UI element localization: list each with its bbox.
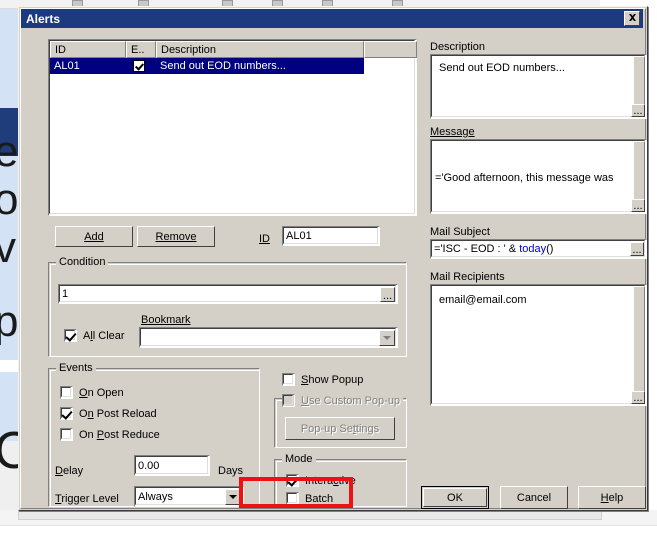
show-popup-checkbox-box[interactable] bbox=[282, 373, 295, 386]
mode-interactive-checkbox[interactable]: Interactive bbox=[286, 474, 356, 487]
cancel-button[interactable]: Cancel bbox=[500, 486, 568, 509]
mode-interactive-checkbox-box[interactable] bbox=[286, 474, 299, 487]
table-row[interactable]: AL01 Send out EOD numbers... bbox=[50, 58, 364, 74]
cell-description: Send out EOD numbers... bbox=[160, 60, 286, 72]
event-on-post-reload-checkbox-box[interactable] bbox=[60, 407, 73, 420]
all-clear-checkbox[interactable]: All Clear bbox=[64, 329, 125, 342]
mode-group-title: Mode bbox=[282, 453, 316, 465]
use-custom-popup-checkbox-box[interactable] bbox=[282, 394, 295, 407]
column-header-enabled[interactable]: E.. bbox=[126, 41, 156, 58]
description-ellipsis-button[interactable]: ... bbox=[631, 104, 645, 117]
backdrop-text-3: v bbox=[0, 223, 16, 272]
cancel-button-label: Cancel bbox=[516, 491, 552, 504]
event-on-open-checkbox-box[interactable] bbox=[60, 386, 73, 399]
backdrop-sheet-divider bbox=[0, 360, 20, 372]
condition-group-title: Condition bbox=[56, 256, 109, 268]
delay-label: Delay bbox=[55, 465, 84, 477]
use-custom-popup-checkbox[interactable]: Use Custom Pop-up bbox=[282, 394, 404, 407]
backdrop-statusbar bbox=[0, 525, 657, 542]
close-icon[interactable] bbox=[624, 11, 640, 26]
events-group-title: Events bbox=[56, 362, 96, 374]
delay-value: 0.00 bbox=[138, 459, 160, 472]
remove-button-label: Remove bbox=[155, 230, 197, 243]
alerts-listview[interactable]: ID E.. Description AL01 Send out EOD num… bbox=[48, 39, 417, 216]
event-on-post-reduce-checkbox[interactable]: On Post Reduce bbox=[60, 428, 160, 441]
column-header-spare[interactable] bbox=[364, 41, 417, 58]
cell-enabled[interactable] bbox=[126, 60, 156, 72]
description-textarea[interactable]: Send out EOD numbers... ... bbox=[430, 54, 647, 119]
use-custom-popup-label: Use Custom Pop-up bbox=[301, 394, 401, 407]
mode-batch-checkbox-box[interactable] bbox=[286, 492, 299, 505]
add-button[interactable]: Add bbox=[55, 226, 133, 247]
bookmark-dropdown-arrow-icon[interactable] bbox=[379, 330, 395, 346]
event-on-open-checkbox[interactable]: On Open bbox=[60, 386, 124, 399]
message-label: Message bbox=[430, 126, 475, 138]
description-label: Description bbox=[430, 41, 486, 53]
show-popup-label: Show Popup bbox=[301, 373, 364, 386]
listview-header: ID E.. Description bbox=[50, 41, 417, 58]
event-on-post-reduce-checkbox-box[interactable] bbox=[60, 428, 73, 441]
mail-recipients-scrollbar[interactable] bbox=[633, 286, 645, 404]
event-on-post-reload-label: On Post Reload bbox=[79, 407, 157, 420]
message-text: ='Good afternoon, this message was '. To… bbox=[435, 143, 618, 214]
backdrop-text-1: e bbox=[0, 127, 19, 176]
mail-recipients-ellipsis-button[interactable]: ... bbox=[631, 391, 645, 404]
condition-expression-value: 1 bbox=[62, 288, 69, 300]
column-header-description[interactable]: Description bbox=[156, 41, 364, 58]
backdrop-text-4: p bbox=[0, 297, 19, 346]
event-on-post-reload-checkbox[interactable]: On Post Reload bbox=[60, 407, 157, 420]
mail-recipients-label: Mail Recipients bbox=[430, 271, 505, 283]
mode-batch-label: Batch bbox=[305, 492, 334, 505]
ok-button[interactable]: OK bbox=[421, 486, 489, 509]
all-clear-checkbox-box[interactable] bbox=[64, 329, 77, 342]
id-field-label: ID bbox=[259, 233, 270, 245]
message-line-1: ='Good afternoon, this message was bbox=[435, 172, 614, 184]
popup-settings-button[interactable]: Pop-up Settings bbox=[285, 417, 395, 440]
id-input[interactable]: AL01 bbox=[282, 226, 380, 246]
mode-interactive-label: Interactive bbox=[305, 474, 356, 487]
id-input-value: AL01 bbox=[286, 230, 312, 242]
mail-subject-input[interactable]: ='ISC - EOD : ' & today() ... bbox=[430, 239, 647, 259]
condition-expression-ellipsis-button[interactable]: ... bbox=[380, 287, 395, 302]
condition-expression-input[interactable]: 1 ... bbox=[58, 284, 398, 304]
message-ellipsis-button[interactable]: ... bbox=[631, 199, 645, 212]
add-button-label: Add bbox=[84, 230, 104, 243]
mail-recipients-text: email@email.com bbox=[439, 294, 527, 306]
message-line-2: '. Total revenue for today is: ' & bbox=[435, 213, 618, 214]
enabled-checkbox-icon[interactable] bbox=[133, 60, 145, 72]
event-on-open-label: On Open bbox=[79, 386, 124, 399]
mail-subject-value: ='ISC - EOD : ' & today() bbox=[434, 243, 554, 255]
remove-button[interactable]: Remove bbox=[137, 226, 215, 247]
mail-subject-label: Mail Subject bbox=[430, 226, 490, 238]
alerts-dialog: Alerts ID E.. Description AL01 Send out … bbox=[18, 6, 648, 511]
bookmark-combobox[interactable] bbox=[139, 327, 398, 348]
event-on-post-reduce-label: On Post Reduce bbox=[79, 428, 160, 441]
bookmark-label: Bookmark bbox=[141, 314, 191, 326]
message-textarea[interactable]: ='Good afternoon, this message was '. To… bbox=[430, 139, 647, 214]
mail-subject-ellipsis-button[interactable]: ... bbox=[630, 242, 644, 256]
trigger-level-dropdown-arrow-icon[interactable] bbox=[225, 489, 241, 505]
column-header-id[interactable]: ID bbox=[50, 41, 126, 58]
days-label: Days bbox=[218, 465, 244, 477]
trigger-level-combobox[interactable]: Always bbox=[134, 486, 244, 507]
all-clear-label: All Clear bbox=[83, 329, 125, 342]
trigger-level-label: Trigger Level bbox=[55, 493, 119, 505]
mail-recipients-textarea[interactable]: email@email.com ... bbox=[430, 284, 647, 406]
dialog-title: Alerts bbox=[26, 11, 61, 26]
trigger-level-value: Always bbox=[138, 490, 173, 503]
close-glyph bbox=[628, 14, 636, 21]
delay-input[interactable]: 0.00 bbox=[134, 455, 210, 476]
description-text: Send out EOD numbers... bbox=[439, 62, 565, 74]
cell-id: AL01 bbox=[54, 60, 80, 72]
mode-batch-checkbox[interactable]: Batch bbox=[286, 492, 333, 505]
dialog-titlebar[interactable]: Alerts bbox=[21, 9, 643, 28]
show-popup-checkbox[interactable]: Show Popup bbox=[282, 373, 363, 386]
ok-button-label: OK bbox=[447, 491, 463, 504]
help-button[interactable]: Help bbox=[578, 486, 646, 509]
